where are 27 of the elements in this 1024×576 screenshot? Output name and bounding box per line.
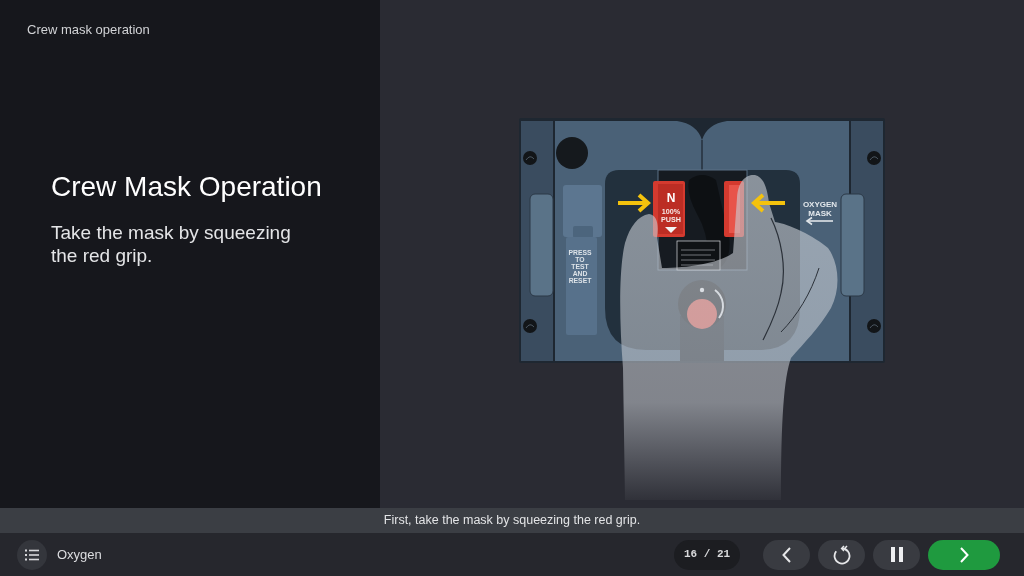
chapter-title: Oxygen <box>57 545 102 564</box>
stowage-label: OXYGEN MASK <box>802 200 838 218</box>
next-button[interactable] <box>928 539 1000 570</box>
menu-icon <box>25 548 39 561</box>
grip-letter: N <box>666 191 676 205</box>
mask-grip <box>653 181 685 237</box>
pointer-arrow <box>751 193 785 213</box>
previous-button[interactable] <box>763 539 810 570</box>
replay-icon <box>832 544 851 565</box>
caption-text: First, take the mask by squeezing the red grip. <box>383 512 641 530</box>
pause-button[interactable] <box>873 539 920 570</box>
slide-counter: 16 / 21 <box>674 539 740 570</box>
pause-icon <box>890 547 903 562</box>
menu-button[interactable] <box>17 539 47 570</box>
screw-icon <box>867 319 881 333</box>
replay-button[interactable] <box>818 539 865 570</box>
socket-hole <box>556 137 588 169</box>
screw-icon <box>523 319 537 333</box>
chevron-right-icon <box>959 546 969 563</box>
arrow-icon <box>805 216 834 226</box>
screw-icon <box>523 151 537 165</box>
slide-description: Take the mask by squeezing the red grip. <box>51 221 292 267</box>
slide-title: Crew Mask Operation <box>51 170 322 204</box>
pointer-arrow <box>618 193 651 213</box>
chevron-left-icon <box>782 546 791 563</box>
screw-icon <box>867 151 881 165</box>
breadcrumb-title: Crew mask operation <box>27 22 150 38</box>
